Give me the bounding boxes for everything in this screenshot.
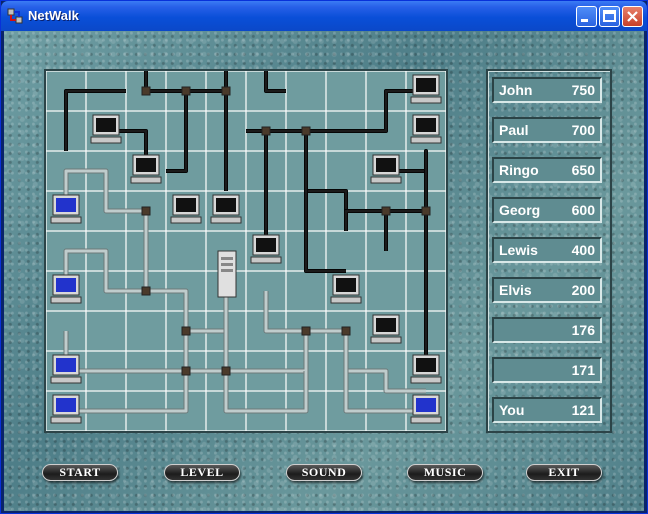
score-name: Ringo [499, 162, 539, 178]
score-value: 171 [571, 362, 595, 378]
score-value: 700 [571, 122, 595, 138]
music-button[interactable]: MUSIC [407, 464, 483, 481]
score-name: Paul [499, 122, 529, 138]
board-cell [286, 271, 326, 311]
start-button[interactable]: START [42, 464, 118, 481]
cable-junction [181, 326, 191, 336]
score-value: 121 [571, 402, 595, 418]
score-value: 176 [571, 322, 595, 338]
score-row: Elvis 200 [492, 277, 602, 303]
score-row: Paul 700 [492, 117, 602, 143]
score-row: John 750 [492, 77, 602, 103]
cable-junction [341, 326, 351, 336]
score-value: 750 [571, 82, 595, 98]
terminal-icon[interactable] [50, 194, 82, 224]
maximize-button[interactable] [599, 6, 620, 27]
score-name: Elvis [499, 282, 532, 298]
score-row: 176 [492, 317, 602, 343]
score-name: Lewis [499, 242, 538, 258]
cable-junction [141, 206, 151, 216]
board-grid[interactable] [46, 71, 446, 431]
board-cell [126, 311, 166, 351]
score-row: You 121 [492, 397, 602, 423]
terminal-icon[interactable] [330, 274, 362, 304]
cable-junction [381, 206, 391, 216]
board-cell [326, 231, 366, 271]
terminal-icon[interactable] [50, 354, 82, 384]
terminal-icon[interactable] [170, 194, 202, 224]
terminal-icon[interactable] [370, 154, 402, 184]
board-cell [166, 231, 206, 271]
terminal-icon[interactable] [410, 74, 442, 104]
game-board[interactable] [44, 69, 448, 433]
cable-junction [421, 206, 431, 216]
exit-button[interactable]: EXIT [526, 464, 602, 481]
cable-junction [301, 126, 311, 136]
terminal-icon[interactable] [90, 114, 122, 144]
netwalk-app-icon [7, 8, 23, 24]
board-cell [326, 71, 366, 111]
score-name: Georg [499, 202, 541, 218]
close-icon [627, 11, 638, 22]
terminal-icon[interactable] [250, 234, 282, 264]
close-button[interactable] [622, 6, 643, 27]
score-row: Lewis 400 [492, 237, 602, 263]
maximize-icon [603, 10, 616, 22]
terminal-icon[interactable] [410, 394, 442, 424]
cable-junction [181, 366, 191, 376]
terminal-icon[interactable] [410, 354, 442, 384]
cable-junction [181, 86, 191, 96]
score-name: John [499, 82, 533, 98]
board-cell [366, 271, 406, 311]
terminal-icon[interactable] [370, 314, 402, 344]
cable-junction [221, 86, 231, 96]
server-icon[interactable] [217, 250, 237, 298]
score-value: 200 [571, 282, 595, 298]
minimize-icon [581, 19, 588, 22]
terminal-icon[interactable] [130, 154, 162, 184]
terminal-icon[interactable] [410, 114, 442, 144]
terminal-icon[interactable] [50, 394, 82, 424]
terminal-icon[interactable] [210, 194, 242, 224]
score-name: You [499, 402, 525, 418]
board-cell [326, 151, 366, 191]
terminal-icon[interactable] [50, 274, 82, 304]
window-title: NetWalk [28, 8, 79, 23]
sound-button[interactable]: SOUND [286, 464, 362, 481]
score-value: 600 [571, 202, 595, 218]
app-window: NetWalk John 750 Paul 700 Ringo 650 Georg 60… [0, 0, 648, 514]
high-score-panel: John 750 Paul 700 Ringo 650 Georg 600 Lewis 4… [486, 69, 612, 433]
score-row: Ringo 650 [492, 157, 602, 183]
minimize-button[interactable] [576, 6, 597, 27]
cable-junction [301, 326, 311, 336]
board-cell [286, 71, 326, 111]
score-row: Georg 600 [492, 197, 602, 223]
score-row: 171 [492, 357, 602, 383]
level-button[interactable]: LEVEL [164, 464, 240, 481]
cable-junction [141, 286, 151, 296]
cable-junction [141, 86, 151, 96]
client-area: John 750 Paul 700 Ringo 650 Georg 600 Lewis 4… [4, 31, 644, 511]
cable-junction [221, 366, 231, 376]
title-bar[interactable]: NetWalk [1, 1, 647, 31]
board-cell [86, 311, 126, 351]
score-value: 650 [571, 162, 595, 178]
score-value: 400 [571, 242, 595, 258]
cable-junction [261, 126, 271, 136]
